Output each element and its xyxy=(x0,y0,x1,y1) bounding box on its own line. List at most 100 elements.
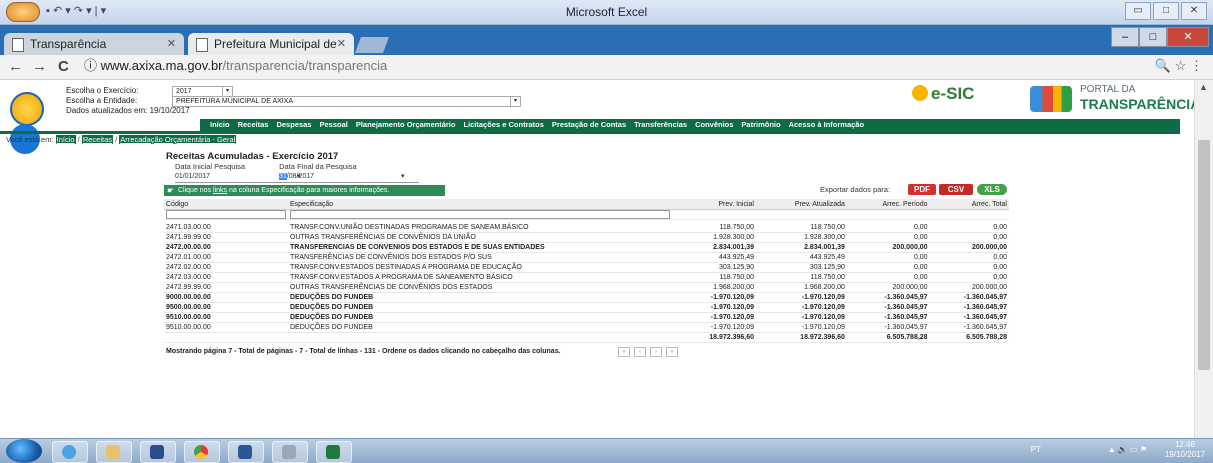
taskbar-ie[interactable] xyxy=(52,441,88,463)
url-path: /transparencia/transparencia xyxy=(222,58,388,73)
export-csv-button[interactable]: CSV xyxy=(939,184,973,195)
nav-item[interactable]: Prestação de Contas xyxy=(552,119,626,131)
table-cell: 0,00 xyxy=(929,262,1009,273)
nav-item[interactable]: Pessoal xyxy=(319,119,347,131)
table-cell: 2472.02.00.00 xyxy=(164,262,288,273)
forward-icon[interactable]: → xyxy=(32,58,47,75)
especificacao-link[interactable]: DEDUÇÕES DO FUNDEB xyxy=(288,322,674,333)
start-button[interactable] xyxy=(6,439,42,463)
excel-title-bar: ▪ ↶ ▾ ↷ ▾ | ▾ Microsoft Excel ▭ □ ✕ xyxy=(0,0,1213,25)
taskbar-chrome[interactable] xyxy=(184,441,220,463)
table-row: 2472.99.99.00 OUTRAS TRANSFERÊNCIAS DE CO… xyxy=(164,282,1009,293)
table-cell: 200.000,00 xyxy=(929,242,1009,253)
nav-item[interactable]: Transferências xyxy=(634,119,687,131)
url-input[interactable]: ⓘ www.axixa.ma.gov.br/transparencia/tran… xyxy=(84,57,1174,75)
especificacao-link[interactable]: TRANSFERÊNCIAS DE CONVÊNIOS DOS ESTADOS … xyxy=(288,252,674,263)
accessibility-icon[interactable] xyxy=(10,92,44,126)
windows-taskbar: PT ▲ 🔊 ▭ ⚑ 12:46 19/10/2017 xyxy=(0,438,1213,463)
reload-icon[interactable]: C xyxy=(58,58,69,75)
col-codigo[interactable]: Código xyxy=(164,199,288,210)
date-fim-input[interactable]: 31/08/2017 ▾ xyxy=(279,172,419,183)
col-especificacao[interactable]: Especificação xyxy=(288,199,674,210)
vertical-scrollbar[interactable]: ▲ xyxy=(1194,80,1213,438)
taskbar-calculator[interactable] xyxy=(272,441,308,463)
especificacao-link[interactable]: OUTRAS TRANSFERÊNCIAS DE CONVÊNIOS DA UN… xyxy=(288,232,674,243)
especificacao-link[interactable]: OUTRAS TRANSFERÊNCIAS DE CONVÊNIOS DOS E… xyxy=(288,282,674,293)
table-cell: -1.360.045,97 xyxy=(929,292,1009,303)
excel-minimize-button[interactable]: ▭ xyxy=(1125,2,1151,20)
taskbar-explorer[interactable] xyxy=(96,441,132,463)
nav-item[interactable]: Licitações e Contratos xyxy=(463,119,543,131)
col-arrec-total[interactable]: Arrec. Total xyxy=(929,199,1009,210)
breadcrumb-receitas[interactable]: Receitas xyxy=(81,135,114,144)
nav-item[interactable]: Planejamento Orçamentário xyxy=(356,119,456,131)
especificacao-link[interactable]: TRANSF.CONV.ESTADOS A PROGRAMA DE SANEAM… xyxy=(288,272,674,283)
total-arrec-periodo: 6.505.788,28 xyxy=(846,332,930,343)
tab-close-icon[interactable]: ✕ xyxy=(337,33,346,55)
table-cell: -1.970.120,09 xyxy=(756,302,847,313)
tab-prefeitura[interactable]: Prefeitura Municipal de ✕ xyxy=(188,33,354,55)
taskbar-word[interactable] xyxy=(228,441,264,463)
entidade-select[interactable]: PREFEITURA MUNICIPAL DE AXIXA ▾ xyxy=(172,95,521,107)
date-fim-rest: /08/2017 xyxy=(286,173,315,180)
especificacao-link[interactable]: TRANSF.CONV.ESTADOS DESTINADAS A PROGRAM… xyxy=(288,262,674,273)
table-cell: -1.360.045,97 xyxy=(929,302,1009,313)
table-cell: 9510.00.00.00 xyxy=(164,322,288,333)
clock[interactable]: 12:46 19/10/2017 xyxy=(1163,440,1207,460)
table-cell: -1.360.045,97 xyxy=(846,292,930,303)
browser-minimize-button[interactable]: – xyxy=(1111,27,1139,47)
browser-close-button[interactable]: ✕ xyxy=(1167,27,1209,47)
codigo-filter-input[interactable] xyxy=(166,210,286,219)
especificacao-link[interactable]: DEDUÇÕES DO FUNDEB xyxy=(288,312,674,323)
prev-page-icon[interactable]: ‹ xyxy=(634,347,646,357)
back-icon[interactable]: ← xyxy=(8,58,23,75)
table-cell: 9510.00.00.00 xyxy=(164,312,288,323)
scroll-thumb[interactable] xyxy=(1198,140,1210,370)
table-cell: -1.970.120,09 xyxy=(756,312,847,323)
scroll-up-icon[interactable]: ▲ xyxy=(1199,82,1208,92)
nav-item[interactable]: Patrimônio xyxy=(741,119,780,131)
new-tab-button[interactable] xyxy=(355,37,389,53)
especificacao-filter-input[interactable] xyxy=(290,210,670,219)
tray-icons[interactable]: ▲ 🔊 ▭ ⚑ xyxy=(1108,445,1147,454)
tab-transparencia[interactable]: Transparência ✕ xyxy=(4,33,184,55)
zoom-bookmark-menu-icons[interactable]: 🔍 ☆ ⋮ xyxy=(1155,58,1203,74)
first-page-icon[interactable]: « xyxy=(618,347,630,357)
table-cell: 2471.99.99.00 xyxy=(164,232,288,243)
especificacao-link[interactable]: TRANSF.CONV.UNIÃO DESTINADAS PROGRAMAS D… xyxy=(288,223,674,233)
table-cell: 0,00 xyxy=(929,272,1009,283)
especificacao-link[interactable]: DEDUÇÕES DO FUNDEB xyxy=(288,302,674,313)
especificacao-link[interactable]: TRANSFERENCIAS DE CONVENIOS DOS ESTADOS … xyxy=(288,242,674,253)
table-cell: 2472.03.00.00 xyxy=(164,272,288,283)
table-cell: 0,00 xyxy=(846,232,930,243)
col-arrec-periodo[interactable]: Arrec. Período xyxy=(846,199,930,210)
excel-restore-button[interactable]: □ xyxy=(1153,2,1179,20)
excel-close-button[interactable]: ✕ xyxy=(1181,2,1207,20)
next-page-icon[interactable]: › xyxy=(650,347,662,357)
table-cell: 0,00 xyxy=(846,223,930,233)
nav-item[interactable]: Receitas xyxy=(238,119,269,131)
browser-maximize-button[interactable]: □ xyxy=(1139,27,1167,47)
table-cell: 2472.01.00.00 xyxy=(164,252,288,263)
export-xls-button[interactable]: XLS xyxy=(977,184,1007,195)
nav-item[interactable]: Convênios xyxy=(695,119,733,131)
taskbar-excel[interactable] xyxy=(316,441,352,463)
esic-logo[interactable]: e-SIC xyxy=(912,84,974,104)
nav-item[interactable]: Despesas xyxy=(276,119,311,131)
nav-item[interactable]: Início xyxy=(210,119,230,131)
last-page-icon[interactable]: » xyxy=(666,347,678,357)
especificacao-link[interactable]: DEDUÇÕES DO FUNDEB xyxy=(288,292,674,303)
export-pdf-button[interactable]: PDF xyxy=(908,184,936,195)
col-prev-atualizada[interactable]: Prev. Atualizada xyxy=(756,199,847,210)
taskbar-media[interactable] xyxy=(140,441,176,463)
excel-window-title: Microsoft Excel xyxy=(565,5,648,19)
language-indicator[interactable]: PT xyxy=(1031,445,1041,454)
breadcrumb-inicio[interactable]: Início xyxy=(55,135,76,144)
tab-close-icon[interactable]: ✕ xyxy=(167,33,176,55)
info-icon[interactable]: ⓘ xyxy=(84,58,97,73)
exercicio-label: Escolha o Exercício: xyxy=(66,86,139,95)
col-prev-inicial[interactable]: Prev. Inicial xyxy=(674,199,756,210)
nav-item[interactable]: Acesso à Informação xyxy=(789,119,864,131)
breadcrumb-arrecadacao[interactable]: Arrecadação Orçamentária - Geral xyxy=(119,135,237,144)
info-link[interactable]: links xyxy=(213,187,227,194)
